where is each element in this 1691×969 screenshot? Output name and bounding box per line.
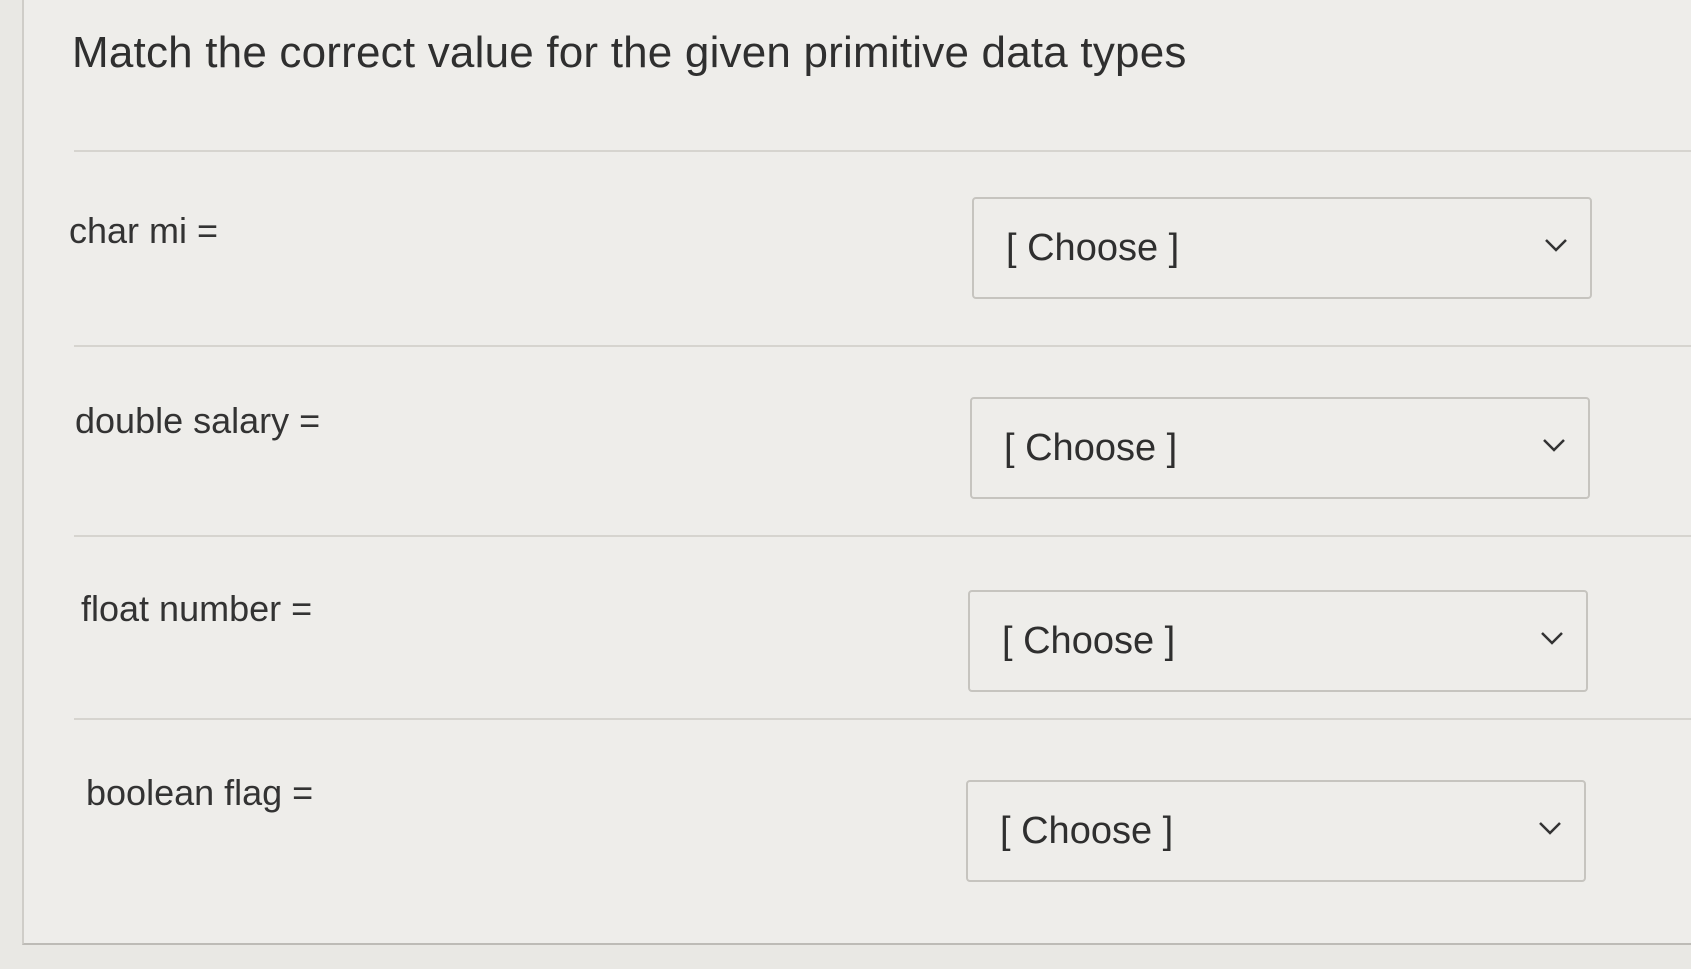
chevron-down-icon	[1545, 239, 1567, 252]
row-label-char: char mi =	[69, 210, 219, 251]
question-card: Match the correct value for the given pr…	[22, 0, 1691, 945]
select-double[interactable]: [ Choose ]	[970, 397, 1590, 499]
row-label-double: double salary =	[75, 400, 321, 441]
divider	[74, 718, 1691, 720]
select-boolean[interactable]: [ Choose ]	[966, 780, 1586, 882]
chevron-down-icon	[1539, 822, 1561, 835]
question-title: Match the correct value for the given pr…	[72, 28, 1187, 77]
chevron-down-icon	[1541, 632, 1563, 645]
select-value: [ Choose ]	[1002, 620, 1176, 662]
select-float[interactable]: [ Choose ]	[968, 590, 1588, 692]
select-char[interactable]: [ Choose ]	[972, 197, 1592, 299]
chevron-down-icon	[1543, 439, 1565, 452]
select-value: [ Choose ]	[1000, 810, 1174, 852]
divider	[74, 150, 1691, 152]
divider	[74, 345, 1691, 347]
divider	[74, 535, 1691, 537]
select-value: [ Choose ]	[1004, 427, 1178, 469]
row-label-boolean: boolean flag =	[86, 772, 314, 813]
select-value: [ Choose ]	[1006, 227, 1180, 269]
row-label-float: float number =	[81, 588, 313, 629]
